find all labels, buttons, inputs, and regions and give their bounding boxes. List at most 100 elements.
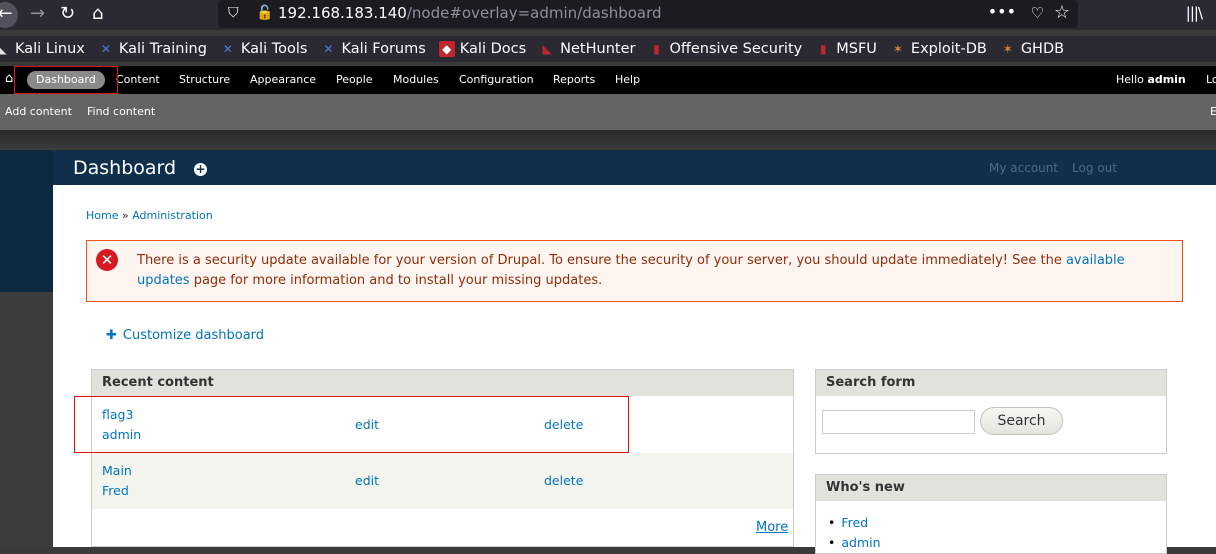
content-author-link[interactable]: Fred	[102, 483, 129, 498]
user-link[interactable]: Fred	[841, 515, 868, 530]
more-link[interactable]: More	[756, 520, 788, 535]
reload-icon: ↻	[60, 3, 76, 24]
table-row: Main Fred edit delete	[92, 453, 793, 509]
url-host: 192.168.183.140	[278, 4, 407, 22]
url-path: /node#overlay=admin/dashboard	[406, 4, 662, 22]
bookmark-kali-training[interactable]: ✕ Kali Training	[98, 41, 207, 57]
bookmark-label: Kali Linux	[15, 41, 85, 57]
url-bar[interactable]: ⛉ 🔓 192.168.183.140/node#overlay=admin/d…	[218, 0, 1078, 28]
user-link[interactable]: admin	[841, 535, 880, 550]
kali-forums-icon: ✕	[323, 42, 334, 56]
kali-docs-icon: ◆	[438, 41, 455, 57]
bookmark-label: Kali Docs	[459, 41, 527, 57]
shortcut-find-content[interactable]: Find content	[87, 105, 155, 118]
my-account-link[interactable]: My account	[989, 161, 1058, 175]
customize-dashboard-link[interactable]: ✚ Customize dashboard	[106, 328, 264, 343]
customize-label: Customize dashboard	[122, 328, 265, 343]
username-link[interactable]: admin	[1147, 73, 1185, 86]
home-button[interactable]: ⌂	[92, 2, 103, 26]
delete-link[interactable]: delete	[544, 417, 583, 432]
bookmark-label: Offensive Security	[669, 41, 803, 57]
bookmark-nethunter[interactable]: ◣ NetHunter	[539, 41, 636, 57]
toolbar-item-appearance[interactable]: Appearance	[250, 73, 316, 86]
content-title-link[interactable]: Main	[102, 463, 132, 478]
bookmark-offensive-security[interactable]: ▮ Offensive Security	[648, 41, 802, 57]
arrow-left-icon: ←	[0, 3, 13, 24]
home-icon: ⌂	[92, 3, 104, 24]
bookmark-kali-docs[interactable]: ◆ Kali Docs	[438, 41, 527, 57]
kali-tools-icon: ✕	[222, 42, 233, 56]
breadcrumb-administration[interactable]: Administration	[132, 209, 213, 222]
edit-shortcuts-link[interactable]: E	[1210, 105, 1216, 118]
bookmark-kali-linux[interactable]: ◣ Kali Linux	[0, 41, 85, 57]
search-button[interactable]: Search	[980, 407, 1063, 435]
pocket-icon[interactable]: ♡	[1031, 4, 1044, 22]
page-actions-icon[interactable]: •••	[988, 2, 1016, 21]
content-author-link[interactable]: admin	[102, 427, 141, 442]
list-item: Fred	[828, 513, 1166, 533]
user-greeting: Hello admin	[1116, 73, 1186, 86]
toolbar-item-people[interactable]: People	[336, 73, 373, 86]
new-users-list: Fred admin	[816, 501, 1166, 553]
url-text[interactable]: 192.168.183.140/node#overlay=admin/dashb…	[278, 4, 662, 22]
toolbar-item-help[interactable]: Help	[615, 73, 640, 86]
toolbar-item-dashboard[interactable]: Dashboard	[27, 71, 105, 89]
toolbar-shadow	[0, 130, 1216, 150]
alert-text-before: There is a security update available for…	[137, 253, 1066, 268]
breadcrumb-home[interactable]: Home	[86, 209, 118, 222]
alert-message: There is a security update available for…	[137, 251, 1167, 291]
admin-toolbar: ⌂ Dashboard Content Structure Appearance…	[0, 66, 1216, 94]
shortcut-add-content[interactable]: Add content	[5, 105, 72, 118]
back-button[interactable]: ←	[0, 2, 18, 28]
logout-link[interactable]: Lo	[1206, 73, 1216, 86]
toolbar-item-reports[interactable]: Reports	[553, 73, 595, 86]
bookmark-msfu[interactable]: ▮ MSFU	[815, 41, 877, 57]
forward-button[interactable]: →	[30, 2, 45, 26]
page-title: Dashboard	[73, 157, 177, 179]
bookmark-label: Kali Training	[118, 41, 207, 57]
nethunter-icon: ◣	[542, 42, 552, 56]
search-form-block: Search form Search	[815, 369, 1167, 454]
error-icon: ✕	[96, 249, 118, 271]
toolbar-item-configuration[interactable]: Configuration	[459, 73, 534, 86]
breadcrumb: Home » Administration	[86, 209, 213, 222]
edit-link[interactable]: edit	[355, 473, 379, 488]
edit-link[interactable]: edit	[355, 417, 379, 432]
recent-content-block: Recent content flag3 admin edit delete M…	[91, 369, 794, 547]
reload-button[interactable]: ↻	[60, 2, 75, 26]
bookmark-kali-tools[interactable]: ✕ Kali Tools	[220, 41, 308, 57]
block-title: Who's new	[816, 475, 1166, 501]
bookmark-label: MSFU	[836, 41, 877, 57]
bookmark-kali-forums[interactable]: ✕ Kali Forums	[320, 41, 425, 57]
bookmark-label: GHDB	[1020, 41, 1065, 57]
breadcrumb-separator: »	[118, 209, 133, 222]
tracking-shield-icon[interactable]: ⛉	[228, 5, 239, 21]
search-input[interactable]	[822, 410, 975, 434]
log-out-link[interactable]: Log out	[1072, 161, 1117, 175]
home-icon[interactable]: ⌂	[5, 71, 13, 86]
whos-new-block: Who's new Fred admin	[815, 474, 1167, 554]
star-icon[interactable]: ☆	[1054, 2, 1070, 23]
bookmark-exploit-db[interactable]: ✶ Exploit-DB	[890, 41, 987, 57]
exploitdb-icon: ✶	[892, 42, 903, 56]
delete-link[interactable]: delete	[544, 473, 583, 488]
insecure-lock-icon[interactable]: 🔓	[256, 5, 273, 21]
bookmark-label: Kali Tools	[240, 41, 308, 57]
library-icon[interactable]: |||\	[1186, 4, 1203, 22]
block-title: Recent content	[92, 370, 793, 396]
kali-icon: ◣	[0, 42, 7, 56]
alert-text-after: page for more information and to install…	[189, 273, 603, 288]
browser-toolbar: ← → ↻ ⌂ ⛉ 🔓 192.168.183.140/node#overlay…	[0, 0, 1216, 30]
bookmark-ghdb[interactable]: ✶ GHDB	[1000, 41, 1064, 57]
bookmark-label: Exploit-DB	[910, 41, 987, 57]
list-item: admin	[828, 533, 1166, 553]
content-title-link[interactable]: flag3	[102, 407, 133, 422]
toolbar-item-modules[interactable]: Modules	[393, 73, 439, 86]
bookmarks-bar: ◣ Kali Linux ✕ Kali Training ✕ Kali Tools ✕…	[0, 36, 1216, 62]
plus-icon: ✚	[106, 328, 117, 343]
msfu-icon: ▮	[819, 42, 827, 56]
toolbar-item-content[interactable]: Content	[116, 73, 160, 86]
background-page-panel	[0, 150, 53, 292]
add-shortcut-icon[interactable]: +	[194, 163, 207, 176]
toolbar-item-structure[interactable]: Structure	[179, 73, 230, 86]
